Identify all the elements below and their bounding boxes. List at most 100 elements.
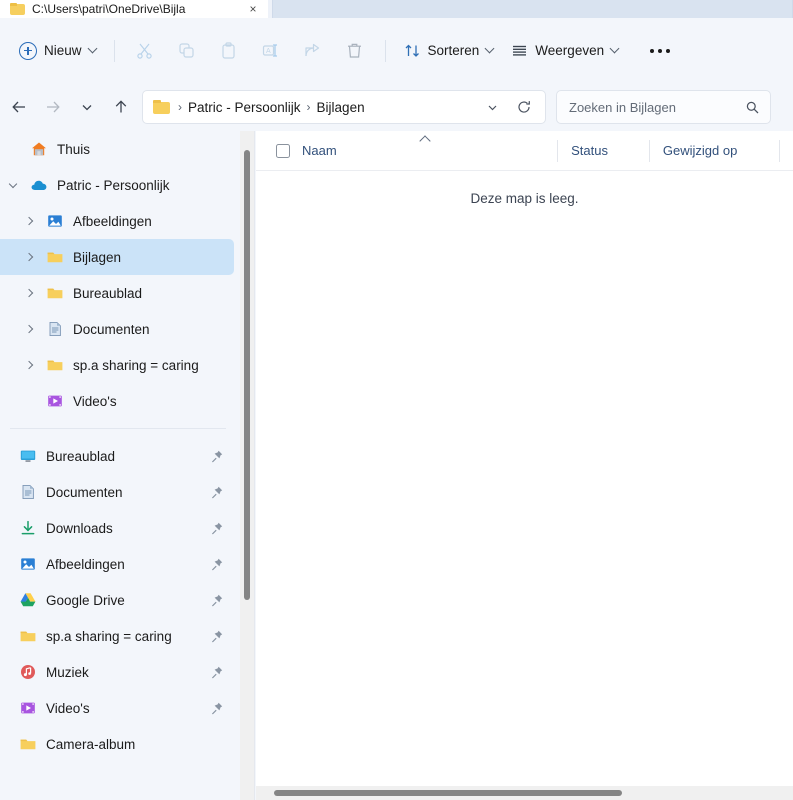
refresh-button[interactable]	[509, 92, 539, 122]
sidebar-tree-item-documenten[interactable]: Documenten	[0, 311, 234, 347]
pin-icon[interactable]	[210, 485, 224, 499]
tree-expander[interactable]	[16, 347, 42, 383]
toolbar-divider	[113, 39, 115, 62]
pin-icon[interactable]	[210, 557, 224, 571]
tree-expander[interactable]	[16, 275, 42, 311]
pin-icon[interactable]	[210, 629, 224, 643]
pin-icon[interactable]	[210, 485, 224, 499]
address-bar[interactable]: › Patric - Persoonlijk › Bijlagen	[142, 90, 546, 124]
sidebar-tree-item-afbeeldingen[interactable]: Afbeeldingen	[0, 203, 234, 239]
sidebar-tree-item-label: Patric - Persoonlijk	[57, 177, 170, 193]
sidebar-pinned-item-label: Video's	[46, 700, 90, 716]
sidebar-tree-item-video-s[interactable]: Video's	[0, 383, 234, 419]
cut-button[interactable]	[124, 33, 166, 69]
sidebar-pinned-item-sp-a-sharing-caring[interactable]: sp.a sharing = caring	[0, 618, 234, 654]
sidebar-tree-item-bijlagen[interactable]: Bijlagen	[0, 239, 234, 275]
file-list-pane[interactable]: Naam Status Gewijzigd op Deze map is lee…	[256, 131, 793, 800]
pin-icon[interactable]	[210, 449, 224, 463]
folder-icon	[153, 100, 170, 114]
pictures-icon	[42, 211, 68, 231]
paste-icon	[222, 42, 235, 59]
select-all-checkbox[interactable]	[276, 143, 290, 158]
more-options-button[interactable]	[639, 33, 681, 69]
sidebar-tree-item-sp-a-sharing-caring[interactable]: sp.a sharing = caring	[0, 347, 234, 383]
share-button[interactable]	[292, 33, 334, 69]
google-drive-icon	[20, 593, 36, 607]
horizontal-scrollbar[interactable]	[256, 786, 793, 800]
pin-icon[interactable]	[210, 593, 224, 607]
search-input[interactable]: Zoeken in Bijlagen	[569, 100, 745, 115]
sort-ascending-icon	[419, 134, 431, 147]
sidebar-pinned-item-bureaublad[interactable]: Bureaublad	[0, 438, 234, 474]
pin-icon[interactable]	[210, 521, 224, 535]
breadcrumb-separator-2: ›	[306, 100, 311, 114]
sidebar-pinned-item-afbeeldingen[interactable]: Afbeeldingen	[0, 546, 234, 582]
column-header-status[interactable]: Status	[557, 131, 649, 171]
sidebar-tree-item-thuis[interactable]: Thuis	[0, 131, 234, 167]
column-divider-3[interactable]	[779, 139, 781, 162]
navigation-pane[interactable]: Thuis Patric - Persoonlijk Afbeeldingen Bij…	[0, 131, 240, 800]
sidebar-pinned-item-label: Google Drive	[46, 592, 125, 608]
address-row: › Patric - Persoonlijk › Bijlagen Zoeken…	[0, 83, 793, 131]
sidebar-scrollbar-thumb[interactable]	[244, 150, 250, 600]
sidebar-pinned-item-muziek[interactable]: Muziek	[0, 654, 234, 690]
pin-icon[interactable]	[210, 665, 224, 679]
tree-expander[interactable]	[16, 311, 42, 347]
folder-icon	[15, 734, 41, 754]
sidebar-tree-item-patric-persoonlijk[interactable]: Patric - Persoonlijk	[0, 167, 234, 203]
pin-icon[interactable]	[210, 701, 224, 715]
arrow-right-icon	[47, 101, 60, 113]
sidebar-pinned-item-documenten[interactable]: Documenten	[0, 474, 234, 510]
pin-icon[interactable]	[210, 593, 224, 607]
view-button[interactable]: Weergeven	[502, 34, 627, 68]
tree-expander[interactable]	[0, 167, 26, 203]
rename-icon: A	[262, 44, 278, 57]
breadcrumb-item-1[interactable]: Bijlagen	[317, 100, 365, 115]
sort-button[interactable]: Sorteren	[395, 34, 503, 68]
address-dropdown-button[interactable]	[477, 92, 507, 122]
back-button[interactable]	[2, 90, 36, 124]
delete-button[interactable]	[334, 33, 376, 69]
recent-locations-button[interactable]	[70, 90, 104, 124]
sidebar-pinned-item-label: Bureaublad	[46, 448, 116, 464]
sidebar-pinned-item-google-drive[interactable]: Google Drive	[0, 582, 234, 618]
column-divider[interactable]	[557, 139, 559, 162]
forward-button[interactable]	[36, 90, 70, 124]
horizontal-scrollbar-thumb[interactable]	[274, 790, 622, 796]
tree-expander-placeholder	[0, 131, 26, 167]
pin-icon[interactable]	[210, 557, 224, 571]
column-header-naam[interactable]: Naam	[256, 131, 557, 171]
pictures-icon	[48, 215, 62, 227]
pictures-icon	[15, 554, 41, 574]
pin-icon[interactable]	[210, 449, 224, 463]
column-divider-2[interactable]	[648, 139, 650, 162]
pin-icon[interactable]	[210, 701, 224, 715]
tree-expander[interactable]	[16, 239, 42, 275]
column-header-next[interactable]	[779, 131, 793, 171]
pin-icon[interactable]	[210, 521, 224, 535]
sidebar-pinned-item-camera-album[interactable]: Camera-album	[0, 726, 234, 762]
breadcrumb-item-0[interactable]: Patric - Persoonlijk	[188, 100, 301, 115]
pin-icon[interactable]	[210, 665, 224, 679]
tab-inactive[interactable]	[272, 0, 793, 18]
copy-button[interactable]	[166, 33, 208, 69]
close-icon[interactable]: ×	[246, 3, 260, 15]
up-button[interactable]	[104, 90, 138, 124]
search-box[interactable]: Zoeken in Bijlagen	[556, 90, 771, 124]
sidebar-pinned-item-downloads[interactable]: Downloads	[0, 510, 234, 546]
plus-icon	[19, 41, 37, 60]
music-icon	[21, 665, 35, 679]
sidebar-tree-item-bureaublad[interactable]: Bureaublad	[0, 275, 234, 311]
documents-icon	[22, 484, 34, 500]
pane-divider[interactable]	[254, 131, 255, 800]
tab-active[interactable]: C:\Users\patri\OneDrive\Bijla ×	[0, 0, 268, 18]
folder-tree: Thuis Patric - Persoonlijk Afbeeldingen Bij…	[0, 131, 240, 419]
paste-button[interactable]	[208, 33, 250, 69]
rename-button[interactable]: A	[250, 33, 292, 69]
pin-icon[interactable]	[210, 629, 224, 643]
sidebar-scrollbar[interactable]	[240, 131, 254, 800]
sidebar-pinned-item-video-s[interactable]: Video's	[0, 690, 234, 726]
tree-expander[interactable]	[16, 203, 42, 239]
new-button[interactable]: Nieuw	[10, 34, 105, 68]
column-header-gewijzigd-op[interactable]: Gewijzigd op	[648, 131, 779, 171]
